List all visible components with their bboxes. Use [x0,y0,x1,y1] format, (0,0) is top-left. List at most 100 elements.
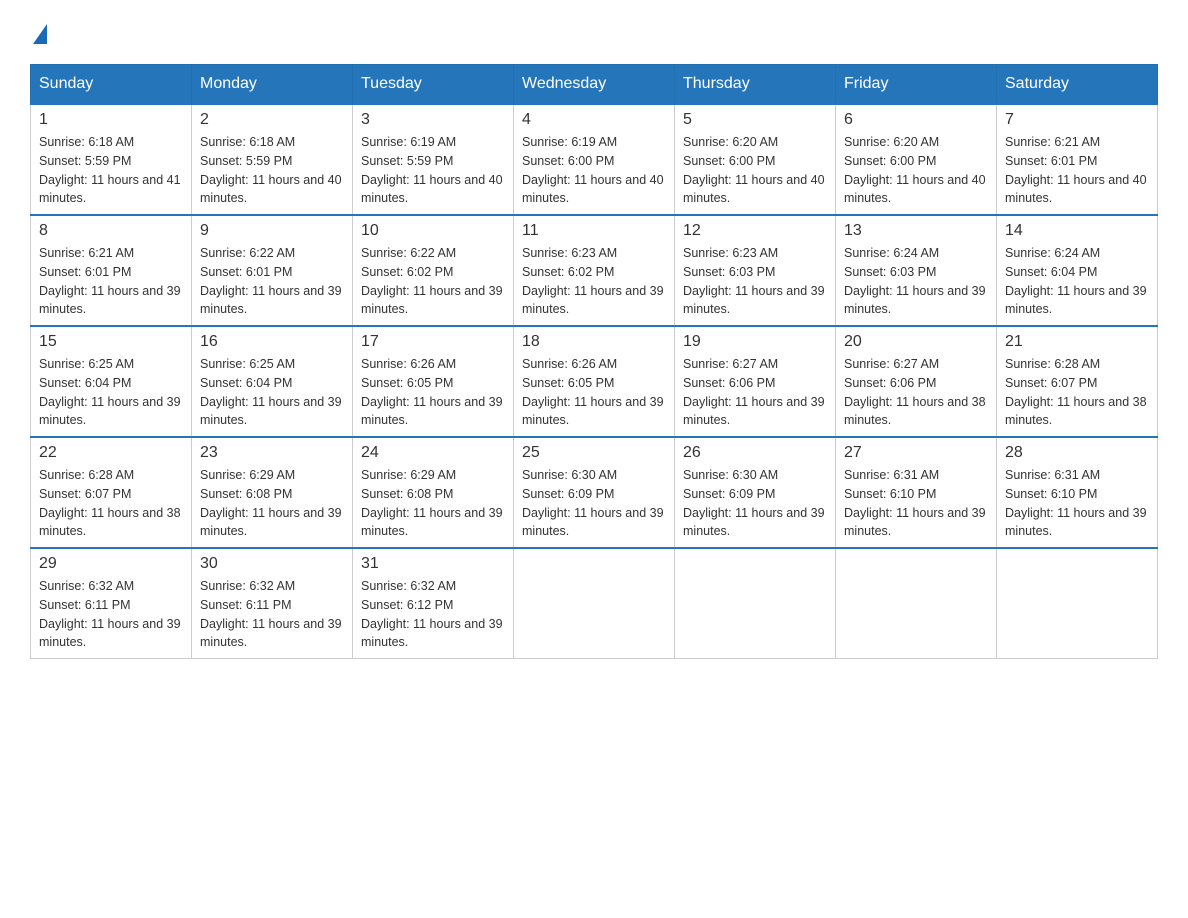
day-number: 7 [1005,111,1149,129]
calendar-cell: 6Sunrise: 6:20 AMSunset: 6:00 PMDaylight… [836,104,997,215]
calendar-cell: 20 Sunrise: 6:27 AMSunset: 6:06 PMDayligh… [836,326,997,437]
calendar-cell [675,548,836,659]
calendar-cell [514,548,675,659]
calendar-cell: 18 Sunrise: 6:26 AMSunset: 6:05 PMDayligh… [514,326,675,437]
calendar-cell: 15 Sunrise: 6:25 AMSunset: 6:04 PMDayligh… [31,326,192,437]
day-number: 21 [1005,333,1149,351]
day-number: 29 [39,555,183,573]
day-info: Sunrise: 6:28 AMSunset: 6:07 PMDaylight:… [39,466,183,541]
column-header-thursday: Thursday [675,65,836,105]
day-info: Sunrise: 6:20 AMSunset: 6:00 PMDaylight:… [683,133,827,208]
day-info: Sunrise: 6:29 AMSunset: 6:08 PMDaylight:… [200,466,344,541]
week-row-5: 29 Sunrise: 6:32 AMSunset: 6:11 PMDayligh… [31,548,1158,659]
calendar-cell: 17 Sunrise: 6:26 AMSunset: 6:05 PMDayligh… [353,326,514,437]
calendar-table: SundayMondayTuesdayWednesdayThursdayFrid… [30,64,1158,659]
calendar-cell: 2Sunrise: 6:18 AMSunset: 5:59 PMDaylight… [192,104,353,215]
day-info: Sunrise: 6:26 AMSunset: 6:05 PMDaylight:… [361,355,505,430]
calendar-cell: 5 Sunrise: 6:20 AMSunset: 6:00 PMDaylight… [675,104,836,215]
day-number: 20 [844,333,988,351]
day-number: 3 [361,111,505,129]
day-info: Sunrise: 6:19 AMSunset: 6:00 PMDaylight:… [522,133,666,208]
day-number: 1 [39,111,183,129]
calendar-cell: 14 Sunrise: 6:24 AMSunset: 6:04 PMDayligh… [997,215,1158,326]
day-info: Sunrise: 6:19 AMSunset: 5:59 PMDaylight:… [361,133,505,208]
calendar-cell: 22 Sunrise: 6:28 AMSunset: 6:07 PMDayligh… [31,437,192,548]
calendar-cell: 7 Sunrise: 6:21 AMSunset: 6:01 PMDaylight… [997,104,1158,215]
day-number: 26 [683,444,827,462]
column-header-wednesday: Wednesday [514,65,675,105]
week-row-4: 22 Sunrise: 6:28 AMSunset: 6:07 PMDayligh… [31,437,1158,548]
calendar-cell: 12 Sunrise: 6:23 AMSunset: 6:03 PMDayligh… [675,215,836,326]
day-info: Sunrise: 6:30 AMSunset: 6:09 PMDaylight:… [522,466,666,541]
day-info: Sunrise: 6:22 AMSunset: 6:01 PMDaylight:… [200,244,344,319]
calendar-cell: 4 Sunrise: 6:19 AMSunset: 6:00 PMDaylight… [514,104,675,215]
calendar-cell [836,548,997,659]
calendar-cell: 25 Sunrise: 6:30 AMSunset: 6:09 PMDayligh… [514,437,675,548]
day-info: Sunrise: 6:27 AMSunset: 6:06 PMDaylight:… [683,355,827,430]
day-info: Sunrise: 6:27 AMSunset: 6:06 PMDaylight:… [844,355,988,430]
calendar-cell: 28 Sunrise: 6:31 AMSunset: 6:10 PMDayligh… [997,437,1158,548]
calendar-cell: 26Sunrise: 6:30 AMSunset: 6:09 PMDayligh… [675,437,836,548]
day-info: Sunrise: 6:18 AMSunset: 5:59 PMDaylight:… [39,133,183,208]
calendar-cell: 23 Sunrise: 6:29 AMSunset: 6:08 PMDayligh… [192,437,353,548]
column-header-sunday: Sunday [31,65,192,105]
calendar-cell: 10 Sunrise: 6:22 AMSunset: 6:02 PMDayligh… [353,215,514,326]
calendar-cell: 16 Sunrise: 6:25 AMSunset: 6:04 PMDayligh… [192,326,353,437]
day-info: Sunrise: 6:22 AMSunset: 6:02 PMDaylight:… [361,244,505,319]
week-row-1: 1 Sunrise: 6:18 AMSunset: 5:59 PMDaylight… [31,104,1158,215]
calendar-cell: 1 Sunrise: 6:18 AMSunset: 5:59 PMDaylight… [31,104,192,215]
day-info: Sunrise: 6:25 AMSunset: 6:04 PMDaylight:… [39,355,183,430]
day-number: 15 [39,333,183,351]
column-header-saturday: Saturday [997,65,1158,105]
day-info: Sunrise: 6:25 AMSunset: 6:04 PMDaylight:… [200,355,344,430]
column-header-friday: Friday [836,65,997,105]
calendar-cell: 8 Sunrise: 6:21 AMSunset: 6:01 PMDaylight… [31,215,192,326]
day-number: 22 [39,444,183,462]
day-number: 4 [522,111,666,129]
day-info: Sunrise: 6:26 AMSunset: 6:05 PMDaylight:… [522,355,666,430]
day-info: Sunrise: 6:31 AMSunset: 6:10 PMDaylight:… [1005,466,1149,541]
day-number: 30 [200,555,344,573]
day-number: 14 [1005,222,1149,240]
calendar-cell: 29 Sunrise: 6:32 AMSunset: 6:11 PMDayligh… [31,548,192,659]
day-number: 11 [522,222,666,240]
day-info: Sunrise: 6:32 AMSunset: 6:12 PMDaylight:… [361,577,505,652]
day-number: 6 [844,111,988,129]
calendar-cell: 27 Sunrise: 6:31 AMSunset: 6:10 PMDayligh… [836,437,997,548]
day-number: 17 [361,333,505,351]
day-info: Sunrise: 6:21 AMSunset: 6:01 PMDaylight:… [1005,133,1149,208]
calendar-cell: 13Sunrise: 6:24 AMSunset: 6:03 PMDayligh… [836,215,997,326]
day-number: 31 [361,555,505,573]
calendar-header-row: SundayMondayTuesdayWednesdayThursdayFrid… [31,65,1158,105]
calendar-cell: 31 Sunrise: 6:32 AMSunset: 6:12 PMDayligh… [353,548,514,659]
day-info: Sunrise: 6:23 AMSunset: 6:03 PMDaylight:… [683,244,827,319]
week-row-3: 15 Sunrise: 6:25 AMSunset: 6:04 PMDayligh… [31,326,1158,437]
calendar-cell: 11 Sunrise: 6:23 AMSunset: 6:02 PMDayligh… [514,215,675,326]
logo [30,20,47,44]
day-number: 18 [522,333,666,351]
day-number: 25 [522,444,666,462]
calendar-cell: 21 Sunrise: 6:28 AMSunset: 6:07 PMDayligh… [997,326,1158,437]
day-number: 23 [200,444,344,462]
day-info: Sunrise: 6:24 AMSunset: 6:04 PMDaylight:… [1005,244,1149,319]
column-header-monday: Monday [192,65,353,105]
day-number: 16 [200,333,344,351]
day-number: 5 [683,111,827,129]
calendar-cell: 30 Sunrise: 6:32 AMSunset: 6:11 PMDayligh… [192,548,353,659]
day-number: 28 [1005,444,1149,462]
day-number: 27 [844,444,988,462]
week-row-2: 8 Sunrise: 6:21 AMSunset: 6:01 PMDaylight… [31,215,1158,326]
day-number: 24 [361,444,505,462]
day-info: Sunrise: 6:32 AMSunset: 6:11 PMDaylight:… [200,577,344,652]
day-info: Sunrise: 6:31 AMSunset: 6:10 PMDaylight:… [844,466,988,541]
day-info: Sunrise: 6:32 AMSunset: 6:11 PMDaylight:… [39,577,183,652]
day-number: 8 [39,222,183,240]
calendar-cell: 9Sunrise: 6:22 AMSunset: 6:01 PMDaylight… [192,215,353,326]
day-number: 10 [361,222,505,240]
day-number: 12 [683,222,827,240]
day-info: Sunrise: 6:23 AMSunset: 6:02 PMDaylight:… [522,244,666,319]
day-number: 19 [683,333,827,351]
day-info: Sunrise: 6:21 AMSunset: 6:01 PMDaylight:… [39,244,183,319]
day-info: Sunrise: 6:18 AMSunset: 5:59 PMDaylight:… [200,133,344,208]
day-info: Sunrise: 6:28 AMSunset: 6:07 PMDaylight:… [1005,355,1149,430]
